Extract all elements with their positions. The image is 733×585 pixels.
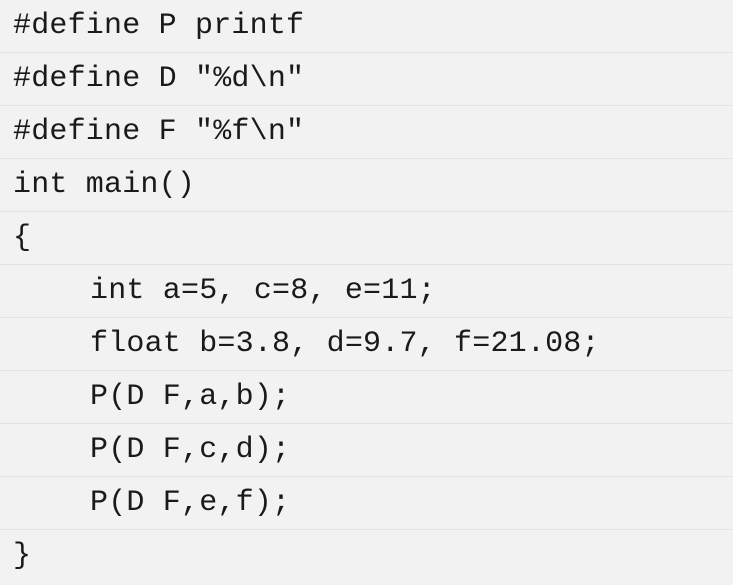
code-line-define-d: #define D "%d\n" bbox=[0, 53, 733, 106]
code-line-define-f: #define F "%f\n" bbox=[0, 106, 733, 159]
code-line-open-brace: { bbox=[0, 212, 733, 265]
code-line-main-signature: int main() bbox=[0, 159, 733, 212]
code-line-int-declaration: int a=5, c=8, e=11; bbox=[0, 265, 733, 318]
code-line-define-p: #define P printf bbox=[0, 0, 733, 53]
code-line-print-e-f: P(D F,e,f); bbox=[0, 477, 733, 530]
code-line-print-a-b: P(D F,a,b); bbox=[0, 371, 733, 424]
code-line-close-brace: } bbox=[13, 539, 32, 573]
code-line-print-c-d: P(D F,c,d); bbox=[0, 424, 733, 477]
code-line-float-declaration: float b=3.8, d=9.7, f=21.08; bbox=[0, 318, 733, 371]
code-block: #define P printf #define D "%d\n" #defin… bbox=[0, 0, 733, 585]
